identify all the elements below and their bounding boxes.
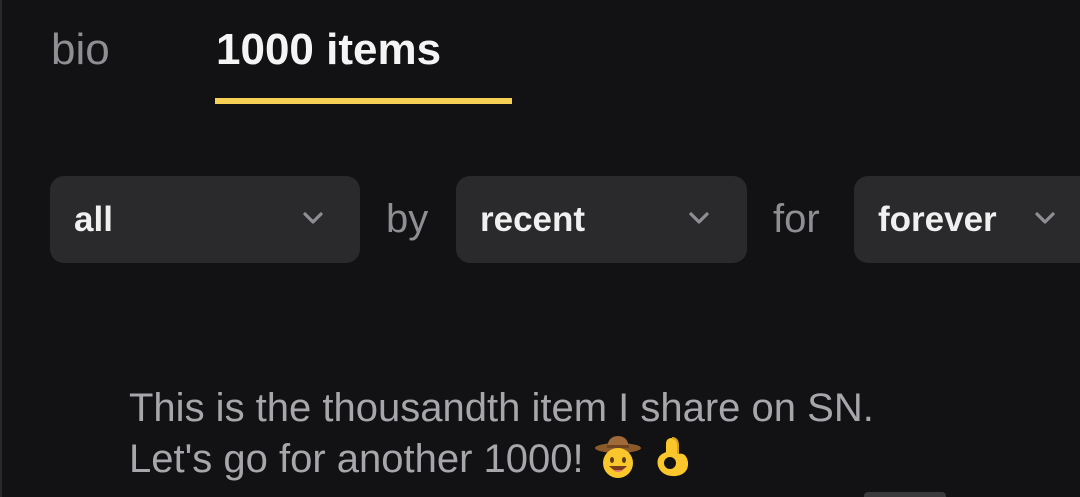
active-tab-indicator <box>215 98 512 104</box>
type-select[interactable]: all <box>50 176 360 263</box>
chevron-down-icon <box>1035 212 1055 224</box>
next-item-peek <box>864 492 946 497</box>
sort-select-value: recent <box>480 200 586 239</box>
chevron-down-icon <box>303 212 323 224</box>
tab-bio[interactable]: bio <box>51 22 110 78</box>
post-item[interactable]: This is the thousandth item I share on S… <box>129 383 874 493</box>
post-title-line-1: This is the thousandth item I share on S… <box>129 386 874 430</box>
type-select-value: all <box>74 200 113 239</box>
for-label: for <box>773 197 820 241</box>
post-title-line-2-text: Let's go for another 1000! <box>129 437 584 481</box>
post-title-line-2: Let's go for another 1000! <box>129 434 874 493</box>
chevron-down-icon <box>689 212 709 224</box>
by-label: by <box>386 197 429 241</box>
time-range-select[interactable]: forever <box>854 176 1080 263</box>
ok-hand-icon <box>652 434 692 493</box>
sort-select[interactable]: recent <box>456 176 747 263</box>
left-edge-border <box>0 0 2 497</box>
tab-items[interactable]: 1000 items <box>216 22 441 78</box>
cowboy-hat-face-icon <box>594 434 642 493</box>
time-range-select-value: forever <box>878 200 997 239</box>
